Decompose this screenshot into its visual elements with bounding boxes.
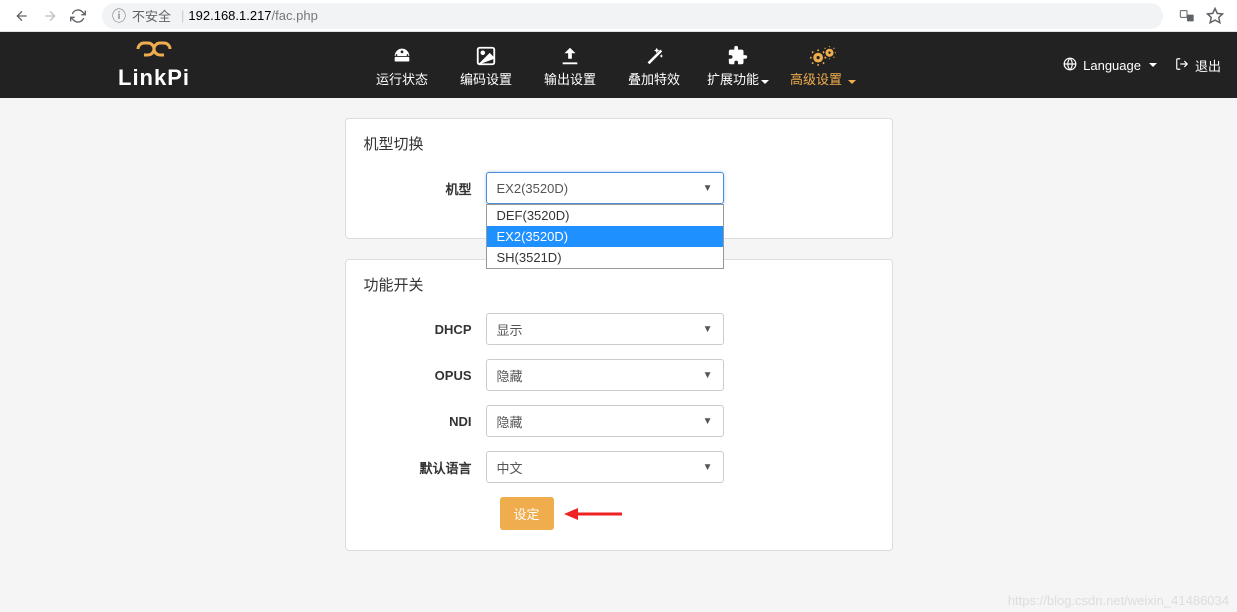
panel-feature-switch: 功能开关 DHCP 显示 ▼ OPUS 隐藏 ▼ NDI [345,259,893,551]
nav-label: 输出设置 [544,69,596,88]
language-label: Language [1083,58,1141,73]
content-area: 机型切换 机型 EX2(3520D) ▼ DEF(3520D) EX2(3520… [0,98,1237,612]
chevron-down-icon: ▼ [703,183,713,194]
dashboard-icon [391,43,413,69]
nav-extend[interactable]: 扩展功能 [706,43,770,88]
bookmark-star-icon[interactable] [1201,2,1229,30]
magic-icon [643,43,665,69]
select-dhcp[interactable]: 显示 ▼ [486,313,724,345]
panel-title: 功能开关 [364,274,874,295]
select-ndi-value: 隐藏 [497,412,523,431]
chevron-down-icon: ▼ [703,462,713,473]
logout-icon [1175,57,1189,74]
panel-title: 机型切换 [364,133,874,154]
logout-button[interactable]: 退出 [1175,56,1221,75]
label-opus: OPUS [364,368,486,383]
nav-label: 运行状态 [376,69,428,88]
select-language-value: 中文 [497,458,523,477]
main-navbar: LinkPi 运行状态 编码设置 输出设置 叠加特效 扩展功能 高级设置 [0,32,1237,98]
nav-label: 扩展功能 [707,72,759,87]
upload-icon [559,43,581,69]
select-model-value: EX2(3520D) [497,181,569,196]
url-path: /fac.php [272,8,318,23]
image-icon [475,43,497,69]
globe-icon [1063,57,1077,74]
logout-label: 退出 [1195,56,1221,75]
set-button[interactable]: 设定 [500,497,554,530]
nav-output[interactable]: 输出设置 [538,43,602,88]
logo-chain-icon [132,39,176,65]
nav-label: 叠加特效 [628,69,680,88]
forward-button[interactable] [36,2,64,30]
model-option[interactable]: SH(3521D) [487,247,723,268]
reload-button[interactable] [64,2,92,30]
select-opus-value: 隐藏 [497,366,523,385]
nav-label: 高级设置 [790,72,842,87]
gears-icon [810,43,836,69]
address-bar[interactable]: ⓘ 不安全 | 192.168.1.217/fac.php [102,3,1163,29]
chevron-down-icon: ▼ [703,416,713,427]
nav-menu: 运行状态 编码设置 输出设置 叠加特效 扩展功能 高级设置 [370,43,856,88]
model-option[interactable]: DEF(3520D) [487,205,723,226]
nav-encode[interactable]: 编码设置 [454,43,518,88]
security-label: 不安全 [132,6,171,25]
info-icon: ⓘ [112,6,126,26]
back-button[interactable] [8,2,36,30]
watermark: https://blog.csdn.net/weixin_41486034 [1008,593,1229,608]
label-dhcp: DHCP [364,322,486,337]
select-dhcp-value: 显示 [497,320,523,339]
nav-status[interactable]: 运行状态 [370,43,434,88]
chevron-down-icon [1149,63,1157,67]
select-opus[interactable]: 隐藏 ▼ [486,359,724,391]
browser-toolbar: ⓘ 不安全 | 192.168.1.217/fac.php [0,0,1237,32]
red-arrow-annotation [564,504,624,524]
model-dropdown: DEF(3520D) EX2(3520D) SH(3521D) [486,204,724,269]
chevron-down-icon [761,80,769,84]
select-model[interactable]: EX2(3520D) ▼ [486,172,724,204]
chevron-down-icon: ▼ [703,370,713,381]
chevron-down-icon: ▼ [703,324,713,335]
chevron-down-icon [848,80,856,84]
select-ndi[interactable]: 隐藏 ▼ [486,405,724,437]
puzzle-icon [727,43,749,69]
panel-model-switch: 机型切换 机型 EX2(3520D) ▼ DEF(3520D) EX2(3520… [345,118,893,239]
language-selector[interactable]: Language [1063,57,1157,74]
nav-advanced[interactable]: 高级设置 [790,43,856,88]
select-default-language[interactable]: 中文 ▼ [486,451,724,483]
logo[interactable]: LinkPi [118,39,190,91]
translate-icon[interactable] [1173,2,1201,30]
label-default-language: 默认语言 [364,458,486,477]
label-model: 机型 [364,179,486,198]
logo-text: LinkPi [118,65,190,91]
nav-right: Language 退出 [1063,56,1221,75]
label-ndi: NDI [364,414,486,429]
url-host: 192.168.1.217 [188,8,271,23]
model-option[interactable]: EX2(3520D) [487,226,723,247]
nav-label: 编码设置 [460,69,512,88]
nav-overlay[interactable]: 叠加特效 [622,43,686,88]
